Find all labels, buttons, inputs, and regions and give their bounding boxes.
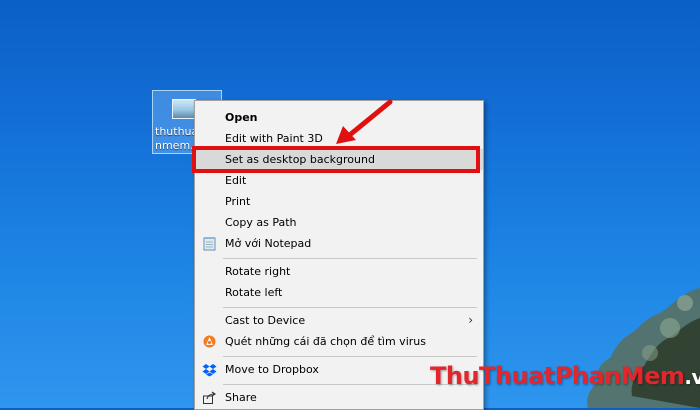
menu-separator xyxy=(223,258,477,259)
menu-item-avast-scan[interactable]: Quét những cái đã chọn để tìm virus xyxy=(195,331,483,352)
menu-separator xyxy=(223,356,477,357)
chevron-right-icon: › xyxy=(468,313,473,327)
share-icon xyxy=(203,391,216,404)
menu-item-rotate-left[interactable]: Rotate left xyxy=(195,282,483,303)
menu-item-share[interactable]: Share xyxy=(195,387,483,408)
avast-icon xyxy=(203,335,216,348)
menu-item-edit[interactable]: Edit xyxy=(195,170,483,191)
image-file-icon xyxy=(172,99,196,119)
annotation-highlight-box xyxy=(192,146,480,173)
watermark: ThuThuatPhanMem.vn xyxy=(430,362,700,390)
annotation-arrow xyxy=(336,99,393,144)
menu-item-rotate-right[interactable]: Rotate right xyxy=(195,261,483,282)
menu-item-set-as-desktop-background[interactable]: Set as desktop background xyxy=(192,146,483,173)
menu-separator xyxy=(223,307,477,308)
menu-item-cast-to-device[interactable]: Cast to Device › xyxy=(195,310,483,331)
notepad-icon xyxy=(203,237,216,251)
menu-item-print[interactable]: Print xyxy=(195,191,483,212)
menu-item-open-with-notepad[interactable]: Mở với Notepad xyxy=(195,233,483,254)
dropbox-icon xyxy=(202,364,217,377)
menu-item-copy-as-path[interactable]: Copy as Path xyxy=(195,212,483,233)
